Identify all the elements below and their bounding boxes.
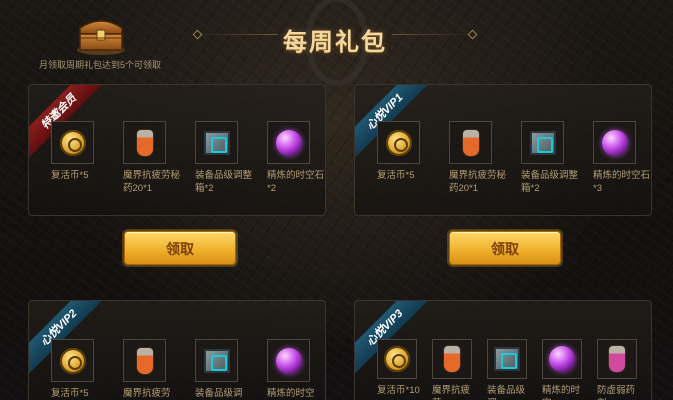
coin-icon: [59, 347, 86, 374]
reward-item[interactable]: 装备品级调整箱*2: [195, 121, 253, 195]
item-name: 复活币*5: [51, 170, 89, 181]
page-title: 每周礼包: [283, 29, 387, 56]
item-name: 装备品级调整箱*2: [195, 170, 253, 194]
reward-item[interactable]: 防虚弱药剂: [597, 339, 642, 400]
item-name: 精炼的时空: [267, 388, 315, 399]
item-name: 精炼的时空: [542, 385, 581, 400]
potion-icon: [136, 129, 153, 156]
reward-item[interactable]: 魔界抗疲劳秘药20*1: [449, 121, 507, 195]
claim-button-special-member[interactable]: 领取: [124, 231, 236, 265]
item-name: 装备品级调整箱*2: [521, 170, 579, 194]
potion-icon: [444, 346, 460, 372]
orb-icon: [275, 347, 302, 374]
item-name: 魔界抗疲劳: [432, 385, 471, 400]
item-slot[interactable]: [449, 121, 492, 164]
title-banner: 每周礼包: [190, 0, 480, 86]
item-slot[interactable]: [51, 339, 94, 382]
item-slot[interactable]: [377, 339, 417, 379]
item-name: 魔界抗疲劳秘药20*1: [449, 170, 507, 194]
item-name: 魔界抗疲劳: [123, 388, 171, 399]
item-slot[interactable]: [267, 121, 310, 164]
crate-icon: [529, 130, 556, 155]
reward-item[interactable]: 复活币*5: [51, 339, 109, 400]
claim-button-vip1[interactable]: 领取: [449, 231, 561, 265]
reward-item[interactable]: 复活币*5: [377, 121, 435, 195]
item-name: 装备品级调: [195, 388, 243, 399]
reward-item[interactable]: 装备品级调整箱*2: [521, 121, 579, 195]
header-note: 月领取周期礼包达到5个可领取: [38, 60, 161, 70]
reward-item[interactable]: 装备品级调: [487, 339, 532, 400]
item-slot[interactable]: [267, 339, 310, 382]
item-name: 防虚弱药剂: [597, 385, 636, 400]
reward-list: 复活币*5 魔界抗疲劳 装备品级调 精炼的时空: [51, 339, 325, 400]
reward-list: 复活币*10 魔界抗疲劳 装备品级调 精炼的时空 防虚弱药剂: [377, 339, 642, 400]
item-slot[interactable]: [593, 121, 636, 164]
orb-icon: [549, 346, 575, 372]
item-name: 复活币*5: [51, 388, 89, 399]
item-name: 精炼的时空石*2: [267, 170, 325, 194]
item-name: 精炼的时空石*3: [593, 170, 651, 194]
item-name: 装备品级调: [487, 385, 526, 400]
item-name: 魔界抗疲劳秘药20*1: [123, 170, 181, 194]
reward-item[interactable]: 精炼的时空石*2: [267, 121, 325, 195]
reward-item[interactable]: 精炼的时空石*3: [593, 121, 651, 195]
reward-item[interactable]: 魔界抗疲劳秘药20*1: [123, 121, 181, 195]
gift-panel-vip2: 心悦VIP2 复活币*5 魔界抗疲劳 装备品级调 精炼的时空: [28, 300, 326, 400]
pink-potion-icon: [609, 346, 625, 372]
item-slot[interactable]: [195, 339, 238, 382]
potion-icon: [136, 347, 153, 374]
reward-item[interactable]: 复活币*10: [377, 339, 422, 400]
item-slot[interactable]: [597, 339, 637, 379]
reward-item[interactable]: 装备品级调: [195, 339, 253, 400]
crate-icon: [203, 130, 230, 155]
coin-icon: [385, 129, 412, 156]
item-name: 复活币*10: [377, 385, 420, 396]
crate-icon: [494, 347, 520, 371]
item-slot[interactable]: [195, 121, 238, 164]
item-slot[interactable]: [51, 121, 94, 164]
item-slot[interactable]: [377, 121, 420, 164]
item-slot[interactable]: [123, 339, 166, 382]
reward-item[interactable]: 精炼的时空: [542, 339, 587, 400]
gift-panel-special-member: 特邀会员 复活币*5 魔界抗疲劳秘药20*1 装备品级调整箱*2 精炼的时空石*…: [28, 84, 326, 216]
item-slot[interactable]: [542, 339, 582, 379]
gift-panel-vip3: 心悦VIP3 复活币*10 魔界抗疲劳 装备品级调 精炼的时空 防虚弱药剂: [354, 300, 652, 400]
gift-panel-vip1: 心悦VIP1 复活币*5 魔界抗疲劳秘药20*1 装备品级调整箱*2 精炼的时空…: [354, 84, 652, 216]
coin-icon: [384, 346, 410, 372]
orb-icon: [275, 129, 302, 156]
reward-list: 复活币*5 魔界抗疲劳秘药20*1 装备品级调整箱*2 精炼的时空石*3: [377, 121, 651, 195]
potion-icon: [462, 129, 479, 156]
item-slot[interactable]: [521, 121, 564, 164]
reward-item[interactable]: 精炼的时空: [267, 339, 325, 400]
item-name: 复活币*5: [377, 170, 415, 181]
crate-icon: [203, 348, 230, 373]
reward-item[interactable]: 魔界抗疲劳: [123, 339, 181, 400]
reward-item[interactable]: 复活币*5: [51, 121, 109, 195]
item-slot[interactable]: [123, 121, 166, 164]
coin-icon: [59, 129, 86, 156]
treasure-chest-icon: [74, 12, 128, 56]
reward-list: 复活币*5 魔界抗疲劳秘药20*1 装备品级调整箱*2 精炼的时空石*2: [51, 121, 325, 195]
item-slot[interactable]: [432, 339, 472, 379]
reward-item[interactable]: 魔界抗疲劳: [432, 339, 477, 400]
orb-icon: [601, 129, 628, 156]
item-slot[interactable]: [487, 339, 527, 379]
